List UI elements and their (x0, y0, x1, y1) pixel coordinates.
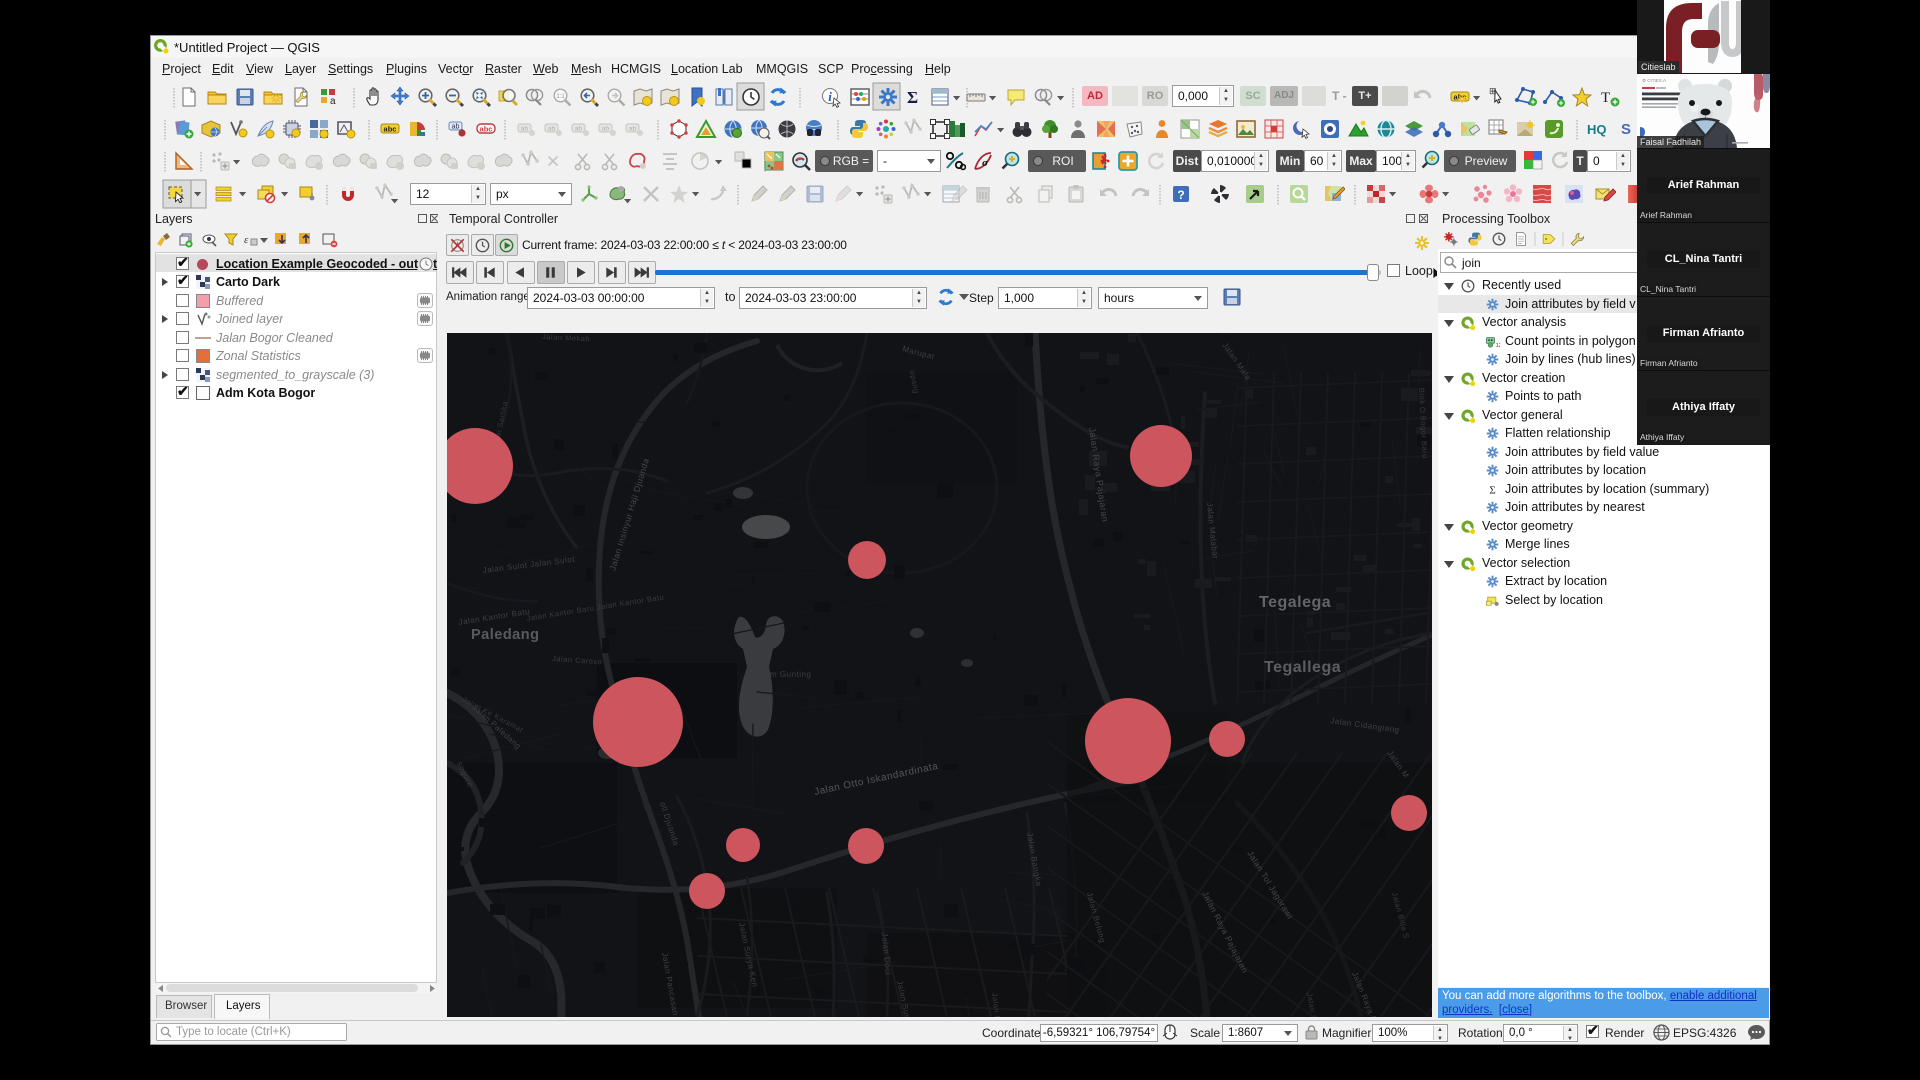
svg-text:Paledang: Paledang (471, 627, 539, 643)
svg-text:a: a (330, 96, 336, 107)
svg-text:ε: ε (244, 234, 249, 246)
svg-text:⚙ CITIES.A: ⚙ CITIES.A (1642, 78, 1666, 83)
svg-text:Tegallega: Tegallega (1264, 659, 1341, 676)
svg-text:S: S (1621, 121, 1631, 138)
svg-text:HQ: HQ (1587, 122, 1607, 137)
svg-text:Kolam Gunting: Kolam Gunting (752, 670, 811, 679)
svg-text:T: T (1601, 90, 1610, 106)
svg-text:Σ: Σ (907, 88, 918, 107)
svg-text:Tegalega: Tegalega (1259, 594, 1331, 611)
svg-text:⊞: ⊞ (1489, 86, 1497, 96)
